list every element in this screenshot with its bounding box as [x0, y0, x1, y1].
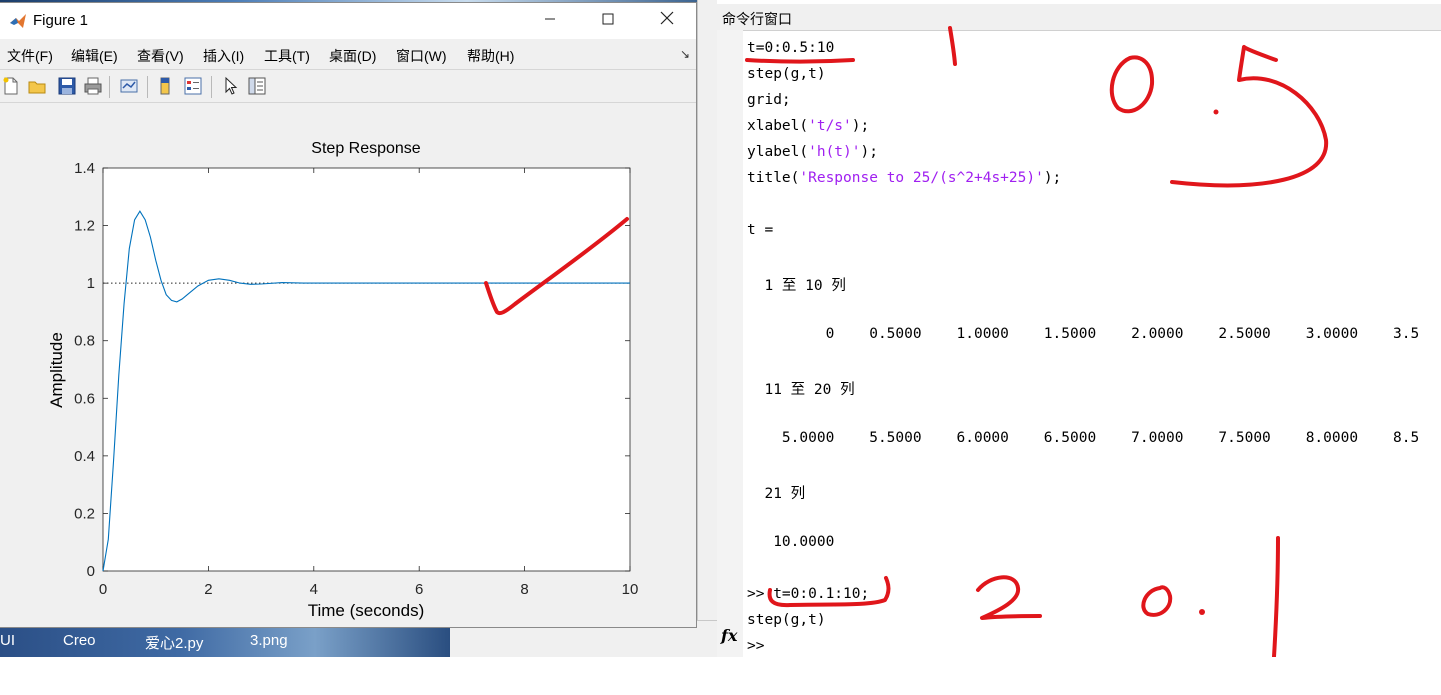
desktop-icon-label[interactable]: Creo	[63, 632, 96, 649]
y-tick-label: 0.6	[74, 390, 95, 407]
x-tick-label: 0	[99, 581, 107, 598]
command-line: t =	[747, 222, 774, 238]
code-text: ylabel(	[747, 144, 809, 160]
code-text: );	[851, 118, 870, 134]
x-tick-label: 6	[415, 581, 423, 598]
y-tick-label: 1.2	[74, 218, 95, 235]
command-window[interactable]: 命令行窗口 fx t=0:0.5:10 step(g,t) grid; xlab…	[717, 0, 1441, 657]
y-tick-label: 1.4	[74, 160, 95, 177]
command-line: t=0:0.5:10	[747, 40, 835, 56]
command-gutter	[717, 30, 743, 657]
y-axis-label: Amplitude	[47, 332, 66, 408]
command-line: step(g,t)	[747, 612, 826, 628]
code-text: );	[860, 144, 878, 160]
command-line: 1 至 10 列	[747, 278, 846, 294]
command-line: 0 0.5000 1.0000 1.5000 2.0000 2.5000 3.0…	[747, 326, 1420, 342]
code-text: title(	[747, 170, 800, 186]
x-tick-label: 4	[310, 581, 318, 598]
window-bottom-area	[0, 657, 1441, 695]
desktop-icon-label[interactable]: 3.png	[250, 632, 288, 649]
code-string: 't/s'	[808, 118, 852, 134]
x-tick-label: 10	[622, 581, 639, 598]
desktop-icon-label[interactable]: 爱心2.py	[145, 632, 203, 653]
command-line: 10.0000	[747, 534, 835, 550]
y-tick-label: 0.4	[74, 448, 95, 465]
y-tick-label: 0.8	[74, 333, 95, 350]
x-axis-label: Time (seconds)	[308, 601, 425, 620]
step-response-plot[interactable]: 0 2 4 6 8 10 0 0.2 0.4 0.6 0.8 1 1.2 1.4 Step Respons…	[0, 0, 697, 628]
desktop-icon-label[interactable]: UI	[0, 632, 15, 649]
command-line: step(g,t)	[747, 66, 826, 82]
code-string: 'Response to 25/(s^2+4s+25)'	[799, 170, 1044, 186]
command-line: 21 列	[747, 486, 806, 502]
code-string: 'h(t)'	[808, 144, 861, 160]
command-line: 5.0000 5.5000 6.0000 6.5000 7.0000 7.500…	[747, 430, 1420, 446]
code-text: xlabel(	[747, 118, 809, 134]
x-tick-label: 8	[520, 581, 528, 598]
command-line: title('Response to 25/(s^2+4s+25)');	[747, 170, 1061, 186]
chart-title: Step Response	[311, 140, 421, 157]
function-browser-icon[interactable]: fx	[721, 626, 737, 645]
code-text: );	[1043, 170, 1062, 186]
x-tick-label: 2	[204, 581, 212, 598]
command-line: 11 至 20 列	[747, 382, 855, 398]
command-line: >> t=0:0.1:10;	[747, 586, 870, 602]
command-line: grid;	[747, 92, 791, 108]
y-tick-label: 1	[87, 275, 95, 292]
axes-box	[102, 167, 631, 572]
command-line: ylabel('h(t)');	[747, 144, 878, 160]
command-prompt[interactable]: >>	[747, 638, 764, 654]
matlab-side-panel	[697, 0, 718, 657]
y-tick-label: 0	[87, 563, 95, 580]
command-window-header: 命令行窗口	[717, 4, 1441, 31]
command-window-title: 命令行窗口	[722, 11, 792, 27]
y-tick-label: 0.2	[74, 505, 95, 522]
command-line: xlabel('t/s');	[747, 118, 869, 134]
